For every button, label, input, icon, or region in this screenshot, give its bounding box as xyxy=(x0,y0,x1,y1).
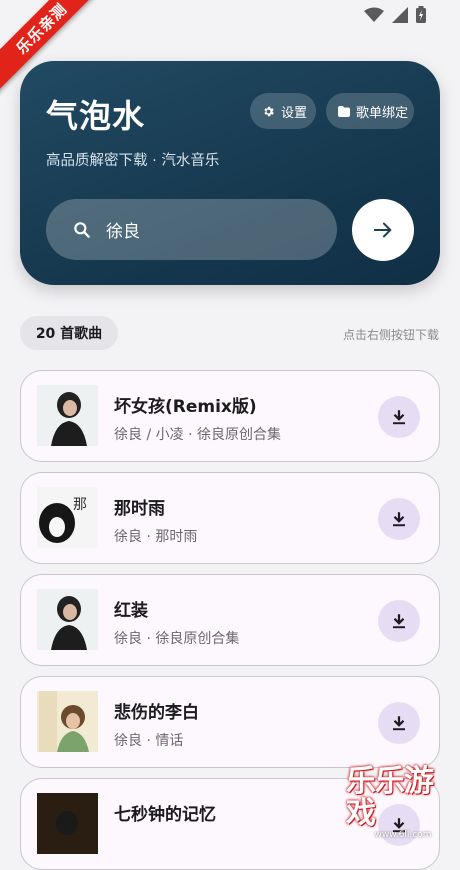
hero-card: 气泡水 高品质解密下载 · 汽水音乐 设置 歌单绑定 徐良 xyxy=(20,61,440,285)
watermark-url: www.6ll.com xyxy=(374,830,432,840)
song-card[interactable]: 悲伤的李白 徐良 · 情话 xyxy=(20,676,440,768)
settings-label: 设置 xyxy=(281,105,308,121)
song-meta: 徐良 / 小凌 · 徐良原创合集 xyxy=(114,427,281,443)
download-icon xyxy=(393,614,405,629)
song-title: 坏女孩(Remix版) xyxy=(114,397,257,417)
album-cover xyxy=(37,691,98,752)
folder-icon xyxy=(338,105,350,117)
song-meta: 徐良 · 情话 xyxy=(114,733,184,749)
search-submit-button[interactable] xyxy=(352,199,414,261)
playlist-bind-label: 歌单绑定 xyxy=(356,105,409,121)
song-title: 红装 xyxy=(114,601,148,621)
watermark-text: 乐乐游戏 xyxy=(346,764,434,831)
svg-text:那: 那 xyxy=(73,497,87,513)
signal-icon xyxy=(392,6,408,23)
download-button[interactable] xyxy=(378,600,420,642)
song-meta: 徐良 · 徐良原创合集 xyxy=(114,631,240,647)
song-card[interactable]: 坏女孩(Remix版) 徐良 / 小凌 · 徐良原创合集 xyxy=(20,370,440,462)
song-card[interactable]: 红装 徐良 · 徐良原创合集 xyxy=(20,574,440,666)
song-title: 七秒钟的记忆 xyxy=(114,805,216,825)
app-subtitle: 高品质解密下载 · 汽水音乐 xyxy=(46,153,220,169)
download-icon xyxy=(393,716,405,731)
download-icon xyxy=(393,410,405,425)
wifi-icon xyxy=(364,7,384,22)
search-value: 徐良 xyxy=(106,222,140,242)
settings-button[interactable]: 设置 xyxy=(250,93,316,129)
song-title: 悲伤的李白 xyxy=(114,703,199,723)
search-input[interactable]: 徐良 xyxy=(46,199,337,260)
download-button[interactable] xyxy=(378,702,420,744)
album-cover: 那 xyxy=(37,487,98,548)
download-button[interactable] xyxy=(378,498,420,540)
song-meta: 徐良 · 那时雨 xyxy=(114,529,198,545)
album-cover xyxy=(37,385,98,446)
arrow-right-icon xyxy=(373,222,392,238)
song-card[interactable]: 那 那时雨 徐良 · 那时雨 xyxy=(20,472,440,564)
download-icon xyxy=(393,512,405,527)
search-icon xyxy=(74,221,90,238)
song-count-badge: 20 首歌曲 xyxy=(20,316,118,350)
download-button[interactable] xyxy=(378,396,420,438)
playlist-bind-button[interactable]: 歌单绑定 xyxy=(326,93,414,129)
album-cover xyxy=(37,793,98,854)
album-cover xyxy=(37,589,98,650)
gear-icon xyxy=(264,106,274,116)
song-title: 那时雨 xyxy=(114,499,165,519)
download-hint: 点击右侧按钮下载 xyxy=(342,328,439,342)
battery-icon xyxy=(416,6,426,23)
app-title: 气泡水 xyxy=(46,97,146,135)
watermark-logo: 乐乐游戏 www.6ll.com xyxy=(346,766,460,841)
